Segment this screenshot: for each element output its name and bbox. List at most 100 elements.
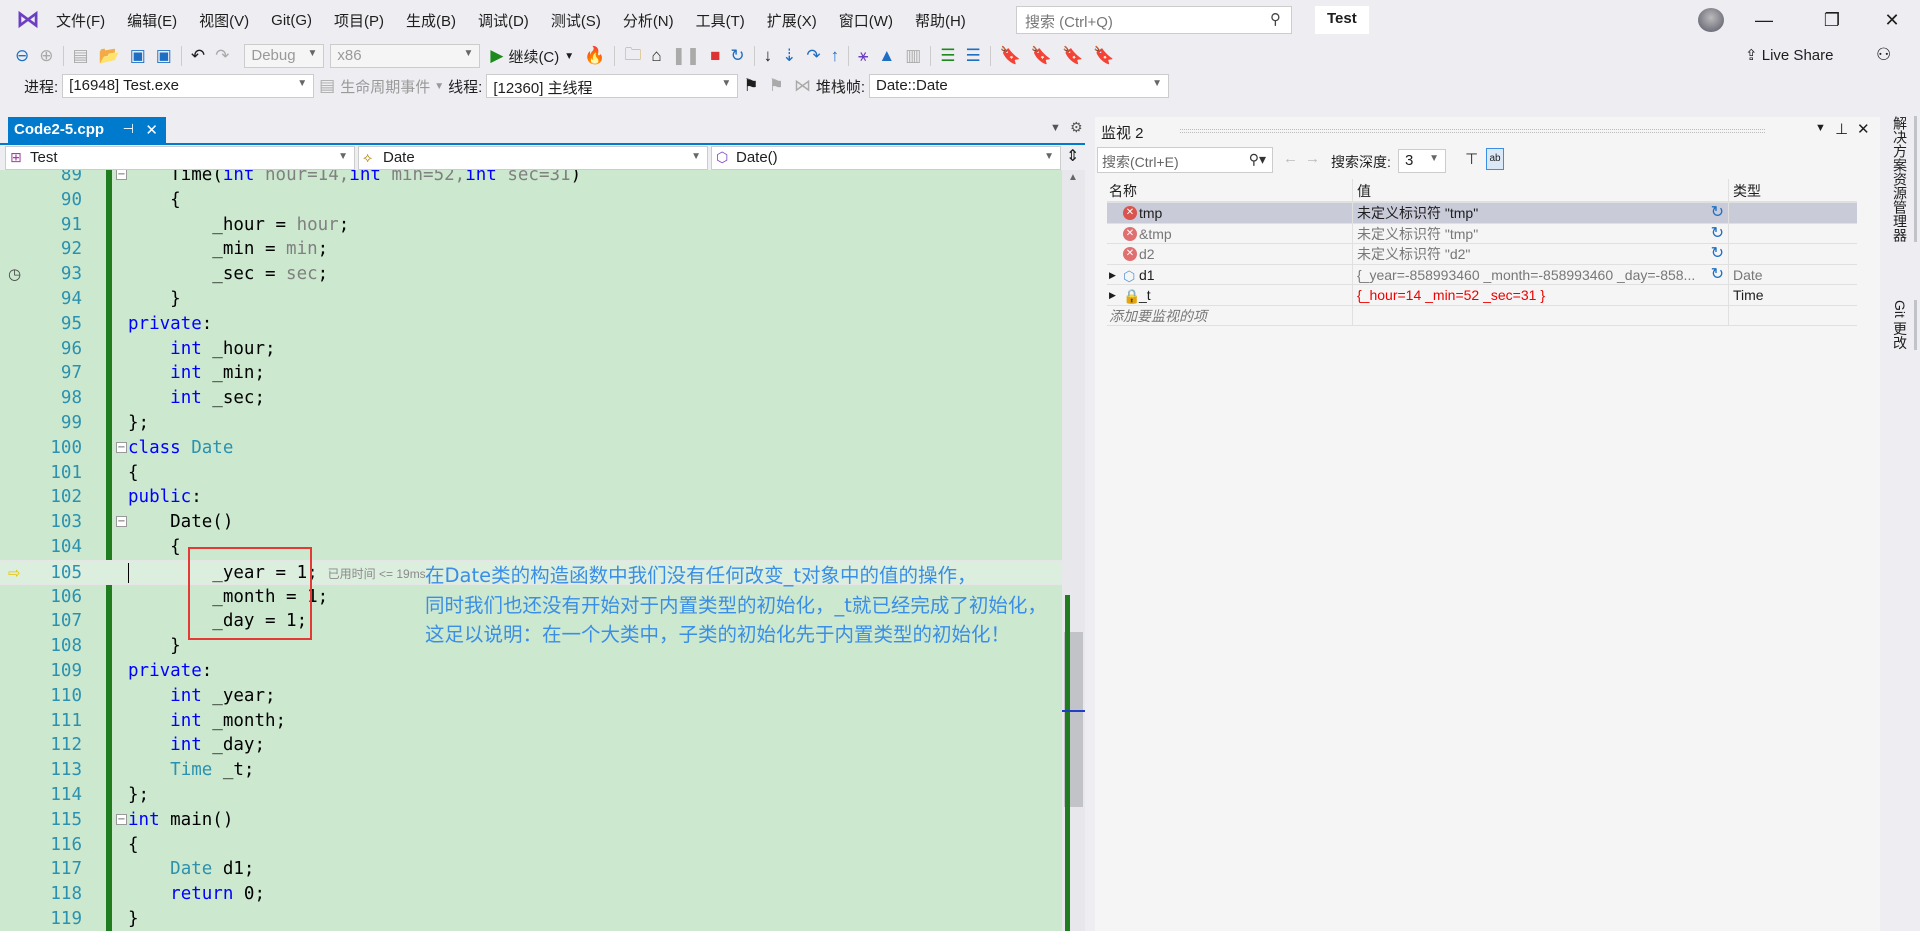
watch-row[interactable]: ▶ ⬡ d1 {_year=-858993460 _month=-858993460 … — [1107, 264, 1857, 285]
watch-value[interactable]: 未定义标识符 "d2" — [1357, 246, 1470, 262]
collapse-icon[interactable]: − — [116, 516, 127, 528]
thread-select[interactable]: [12360] 主线程 ▼ — [486, 74, 739, 98]
platform-select[interactable]: x86 ▼ — [330, 44, 481, 68]
watch-value[interactable]: 未定义标识符 "tmp" — [1357, 226, 1478, 242]
step-out-icon[interactable]: ↑ — [831, 46, 840, 66]
code-line[interactable]: 111 int _month; — [0, 709, 1062, 734]
refresh-icon[interactable]: ↻ — [1711, 265, 1724, 285]
bookmark-icon[interactable]: 🔖 — [1000, 46, 1021, 66]
pause-icon[interactable]: ❚❚ — [672, 46, 701, 66]
window-position-icon[interactable]: ▼ — [1815, 122, 1826, 134]
menu-view[interactable]: 视图(V) — [199, 10, 249, 31]
collapse-icon[interactable]: − — [116, 170, 127, 180]
show-threads-icon[interactable]: ⌂ — [651, 46, 661, 66]
configuration-select[interactable]: Debug ▼ — [244, 44, 325, 68]
code-line[interactable]: 118 return 0; — [0, 882, 1062, 907]
close-window-button[interactable]: ✕ — [1872, 6, 1912, 34]
feedback-icon[interactable]: ⚇ — [1876, 45, 1891, 65]
flag-threads-icon[interactable]: ⚑ — [769, 76, 784, 96]
new-project-icon[interactable]: ▤ — [73, 46, 89, 66]
menu-tools[interactable]: 工具(T) — [696, 10, 745, 31]
watch-row[interactable]: ▶ 🔒 _t {_hour=14 _min=52 _sec=31 } Time — [1107, 285, 1857, 306]
search-next-icon[interactable]: → — [1305, 150, 1320, 167]
current-statement-arrow-icon[interactable]: ⇨ — [8, 561, 21, 586]
forward-icon[interactable]: ⊕ — [39, 46, 53, 66]
menu-extensions[interactable]: 扩展(X) — [767, 10, 817, 31]
hex-display-icon[interactable]: ⚹ — [858, 46, 868, 66]
code-line[interactable]: 97 int _min; — [0, 361, 1062, 386]
undo-icon[interactable]: ↶ — [191, 46, 205, 66]
member-nav-dropdown[interactable]: ⬡ Date() ▼ — [711, 146, 1061, 170]
code-line[interactable]: 102 public: — [0, 485, 1062, 510]
code-line[interactable]: 113 Time _t; — [0, 758, 1062, 783]
minimize-button[interactable]: — — [1744, 6, 1784, 34]
open-folder-icon[interactable]: 📂 — [99, 46, 120, 66]
code-line[interactable]: 101 { — [0, 461, 1062, 486]
code-line[interactable]: 93 _sec = sec; ◷ — [0, 262, 1062, 287]
close-tab-icon[interactable]: ✕ — [145, 121, 158, 139]
search-previous-icon[interactable]: ← — [1283, 150, 1298, 167]
process-select[interactable]: [16948] Test.exe ▼ — [62, 74, 315, 98]
find-file-icon[interactable]: 🗀 — [624, 42, 641, 71]
watch-name[interactable]: tmp — [1139, 205, 1162, 221]
code-line[interactable]: 99}; — [0, 411, 1062, 436]
save-icon[interactable]: ▣ — [130, 46, 146, 66]
code-line[interactable]: 104 { — [0, 535, 1062, 560]
code-line[interactable]: 116 { — [0, 833, 1062, 858]
continue-button[interactable]: 继续(C) — [508, 46, 559, 67]
menu-file[interactable]: 文件(F) — [56, 10, 105, 31]
menu-analyze[interactable]: 分析(N) — [623, 10, 674, 31]
code-line[interactable]: 95 private: — [0, 312, 1062, 337]
code-line[interactable]: 89− Time(int hour=14,int min=52,int sec=… — [0, 170, 1062, 188]
column-header-name[interactable]: 名称 — [1107, 179, 1352, 201]
watch-row[interactable]: ✕ tmp 未定义标识符 "tmp" ↻ — [1107, 203, 1857, 224]
show-next-statement-icon[interactable]: ↓ — [764, 46, 773, 66]
hot-reload-icon[interactable]: 🔥 — [584, 46, 605, 66]
continue-play-icon[interactable]: ▶ — [490, 46, 503, 66]
clock-glyph-icon[interactable]: ◷ — [8, 262, 21, 287]
project-nav-dropdown[interactable]: ⊞ Test ▼ — [5, 146, 355, 170]
clear-bookmarks-icon[interactable]: 🔖 — [1093, 46, 1114, 66]
refresh-icon[interactable]: ↻ — [1711, 203, 1724, 223]
editor-vertical-scrollbar[interactable]: ▲ — [1062, 170, 1085, 931]
menu-edit[interactable]: 编辑(E) — [127, 10, 177, 31]
chevron-down-icon[interactable]: ▼ — [564, 51, 574, 62]
menu-window[interactable]: 窗口(W) — [839, 10, 893, 31]
scope-nav-dropdown[interactable]: ⟡ Date ▼ — [358, 146, 708, 170]
search-depth-select[interactable]: 3 ▼ — [1398, 149, 1446, 173]
menu-debug[interactable]: 调试(D) — [478, 10, 529, 31]
code-line[interactable]: 115 − int main() — [0, 808, 1062, 833]
watch-name[interactable]: d2 — [1139, 246, 1155, 262]
live-share-button[interactable]: ⇪ Live Share — [1745, 46, 1833, 64]
split-editor-icon[interactable]: ⇕ — [1066, 146, 1079, 166]
watch-row[interactable]: ✕ d2 未定义标识符 "d2" ↻ — [1107, 244, 1857, 265]
code-editor[interactable]: 89− Time(int hour=14,int min=52,int sec=… — [0, 170, 1062, 931]
watch-search-input[interactable]: 搜索(Ctrl+E) ⚲▾ — [1097, 147, 1273, 173]
code-line[interactable]: 109 private: — [0, 659, 1062, 684]
refresh-icon[interactable]: ↻ — [1711, 244, 1724, 264]
redo-icon[interactable]: ↷ — [215, 46, 229, 66]
expand-icon[interactable]: ▶ — [1109, 285, 1116, 305]
code-line[interactable]: 92 _min = min; — [0, 237, 1062, 262]
breakpoint-cursor-icon[interactable]: ▲ — [878, 46, 895, 66]
watch-name[interactable]: &tmp — [1139, 226, 1172, 242]
code-line[interactable]: 103 − Date() — [0, 510, 1062, 535]
menu-help[interactable]: 帮助(H) — [915, 10, 966, 31]
scroll-up-icon[interactable]: ▲ — [1068, 172, 1078, 183]
restart-icon[interactable]: ↻ — [730, 46, 744, 66]
solution-explorer-tab[interactable]: 解决方案资源管理器 — [1890, 116, 1917, 242]
watch-value[interactable]: {_hour=14 _min=52 _sec=31 } — [1357, 287, 1545, 303]
code-line[interactable]: 98 int _sec; — [0, 386, 1062, 411]
comment-icon[interactable]: ☰ — [940, 46, 955, 66]
code-line[interactable]: 112 int _day; — [0, 733, 1062, 758]
watch-name[interactable]: _t — [1139, 287, 1151, 303]
flag-icon[interactable]: ⚑ — [743, 76, 758, 96]
view-as-text-icon[interactable]: ab — [1486, 148, 1504, 170]
perf-tip[interactable]: 已用时间 <= 19ms — [328, 567, 426, 581]
tab-code2-5-cpp[interactable]: Code2-5.cpp ⊣ ✕ — [8, 117, 166, 144]
restore-button[interactable]: ❐ — [1812, 6, 1852, 34]
code-line[interactable]: 119} — [0, 907, 1062, 931]
code-line[interactable]: 94 } — [0, 287, 1062, 312]
collapse-icon[interactable]: − — [116, 441, 127, 453]
pin-watch-icon[interactable]: ⊤ — [1465, 150, 1478, 168]
